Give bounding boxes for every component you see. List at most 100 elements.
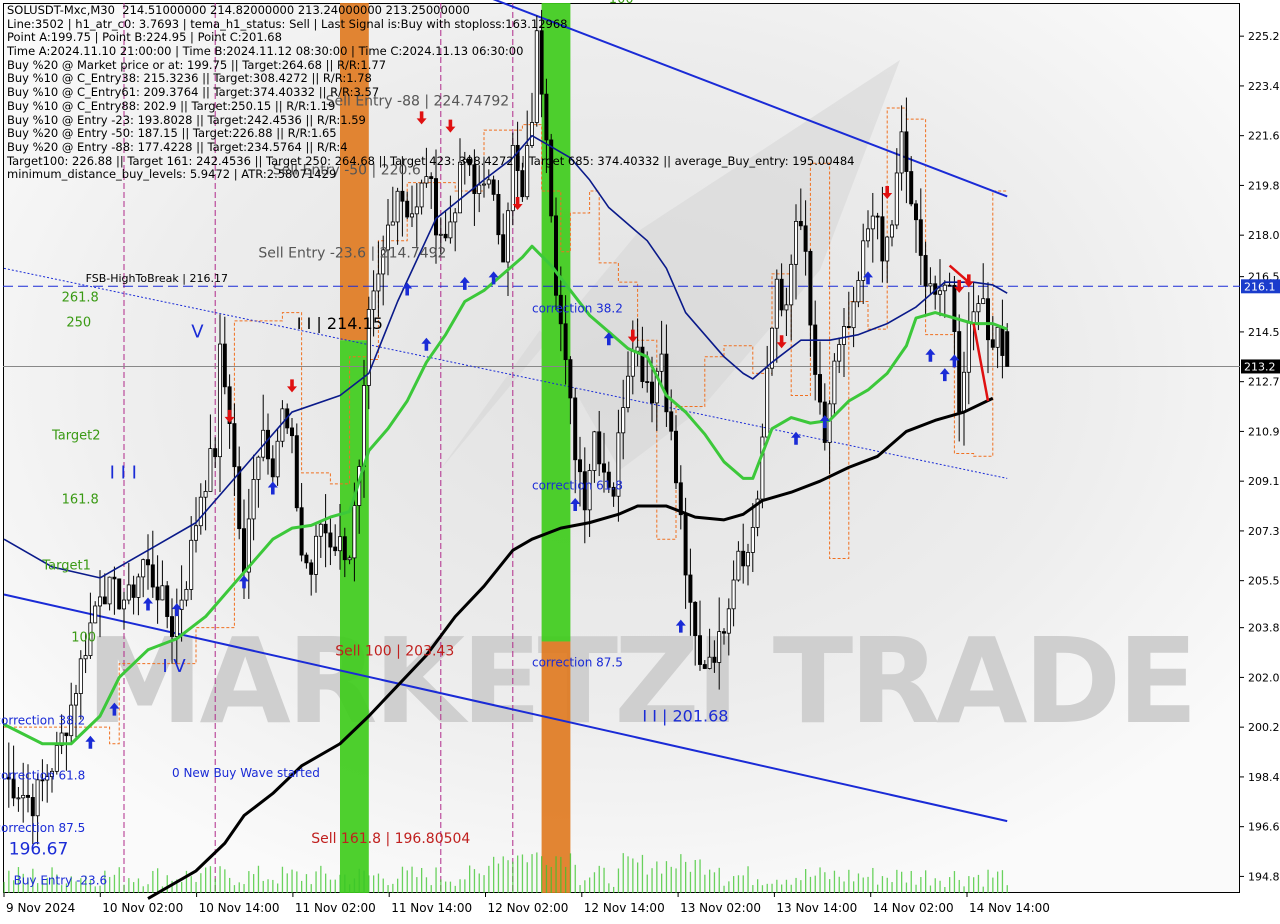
- candle-body: [347, 557, 352, 561]
- volume-bar: [257, 865, 260, 893]
- volume-bar: [637, 862, 639, 893]
- candle-body: [1000, 326, 1005, 356]
- candle-body: [448, 221, 453, 239]
- volume-bar: [718, 867, 720, 893]
- info-line: Buy %10 @ C_Entry38: 215.3236 || Target:…: [7, 71, 372, 86]
- candle-body: [726, 608, 731, 634]
- candle-body: [813, 324, 818, 375]
- candle-body: [74, 693, 79, 706]
- volume-bar: [819, 867, 821, 893]
- candle-body: [803, 225, 808, 252]
- y-tick-label: 225.2: [1248, 30, 1280, 43]
- volume-bar: [3, 881, 5, 893]
- candle-body: [184, 588, 189, 601]
- volume-bar: [584, 880, 586, 893]
- y-tick-label: 194.8: [1248, 870, 1280, 883]
- candle-body: [707, 656, 712, 669]
- volume-bar: [733, 876, 735, 893]
- candle-body: [433, 178, 438, 236]
- candle-body: [304, 554, 309, 564]
- chart-annotation: Target1: [41, 559, 91, 574]
- volume-bar: [929, 885, 932, 893]
- chart-annotation: Target2: [51, 429, 101, 444]
- volume-bar: [459, 879, 461, 893]
- volume-bar: [949, 877, 951, 893]
- volume-bar: [291, 869, 293, 893]
- volume-bar: [761, 885, 764, 893]
- volume-bar: [709, 869, 711, 893]
- volume-bar: [411, 866, 413, 893]
- volume-bar: [329, 879, 332, 893]
- volume-bar: [665, 861, 668, 893]
- volume-bar: [713, 872, 716, 893]
- candle-body: [405, 200, 410, 218]
- candle-body: [818, 374, 823, 403]
- volume-bar: [622, 853, 624, 893]
- candle-body: [640, 346, 645, 382]
- candle-body: [150, 564, 155, 588]
- candle-body: [21, 794, 26, 799]
- candle-body: [35, 779, 40, 817]
- candle-body: [750, 526, 755, 553]
- candle-body: [957, 331, 962, 413]
- candle-body: [203, 491, 208, 498]
- candle-body: [78, 658, 83, 694]
- candle-body: [390, 221, 395, 226]
- x-tick-label: 14 Nov 02:00: [873, 901, 954, 915]
- volume-bar: [886, 877, 888, 893]
- volume-bar: [987, 869, 989, 893]
- candle-body: [30, 797, 35, 817]
- candle-body: [909, 171, 914, 205]
- candle-body: [602, 463, 607, 473]
- candle-body: [126, 584, 131, 601]
- volume-bar: [699, 859, 701, 893]
- volume-bar: [977, 874, 980, 893]
- candle-body: [693, 601, 698, 637]
- volume-bar: [579, 885, 581, 893]
- volume-bar: [560, 856, 562, 893]
- volume-bar: [469, 865, 471, 893]
- volume-bar: [373, 875, 375, 893]
- volume-bar: [262, 880, 264, 893]
- info-line: Buy %10 @ C_Entry88: 202.9 || Target:250…: [7, 98, 336, 113]
- volume-bar: [377, 873, 380, 893]
- candle-body: [122, 599, 127, 610]
- candle-body: [333, 546, 338, 552]
- candle-body: [289, 427, 294, 437]
- y-tick-label: 214.5: [1248, 326, 1280, 339]
- x-tick-label: 12 Nov 02:00: [488, 901, 569, 915]
- candle-body: [112, 576, 117, 580]
- info-line: Buy %10 @ C_Entry61: 209.3764 || Target:…: [7, 85, 380, 100]
- candle-body: [337, 536, 342, 552]
- volume-bar: [1001, 870, 1004, 893]
- volume-bar: [795, 877, 797, 893]
- candle-body: [270, 458, 275, 478]
- volume-bar: [790, 884, 792, 893]
- candle-body: [294, 435, 299, 509]
- volume-bar: [440, 879, 442, 893]
- candle-body: [899, 131, 904, 174]
- volume-bar: [925, 870, 927, 893]
- y-tick-label: 210.9: [1248, 425, 1280, 438]
- candle-body: [352, 505, 357, 559]
- chart-annotation: V: [191, 321, 204, 342]
- volume-bar: [656, 861, 658, 893]
- volume-bar: [425, 877, 428, 893]
- candle-body: [866, 228, 871, 242]
- candle-body: [275, 440, 280, 478]
- volume-bar: [281, 866, 284, 893]
- candle-body: [674, 430, 679, 484]
- candle-body: [688, 574, 693, 603]
- info-line: Point A:199.75 | Point B:224.95 | Point …: [7, 30, 282, 45]
- candle-body: [995, 326, 1000, 348]
- y-tick-label: 207.3: [1248, 525, 1280, 538]
- candle-body: [376, 273, 381, 292]
- candle-body: [443, 233, 448, 239]
- volume-bar: [915, 884, 917, 893]
- volume-bar: [953, 871, 956, 893]
- y-tick-label: 205.5: [1248, 575, 1280, 588]
- volume-bar: [776, 879, 778, 893]
- candle-body: [265, 429, 270, 460]
- volume-bar: [901, 871, 903, 893]
- volume-bar: [224, 869, 226, 893]
